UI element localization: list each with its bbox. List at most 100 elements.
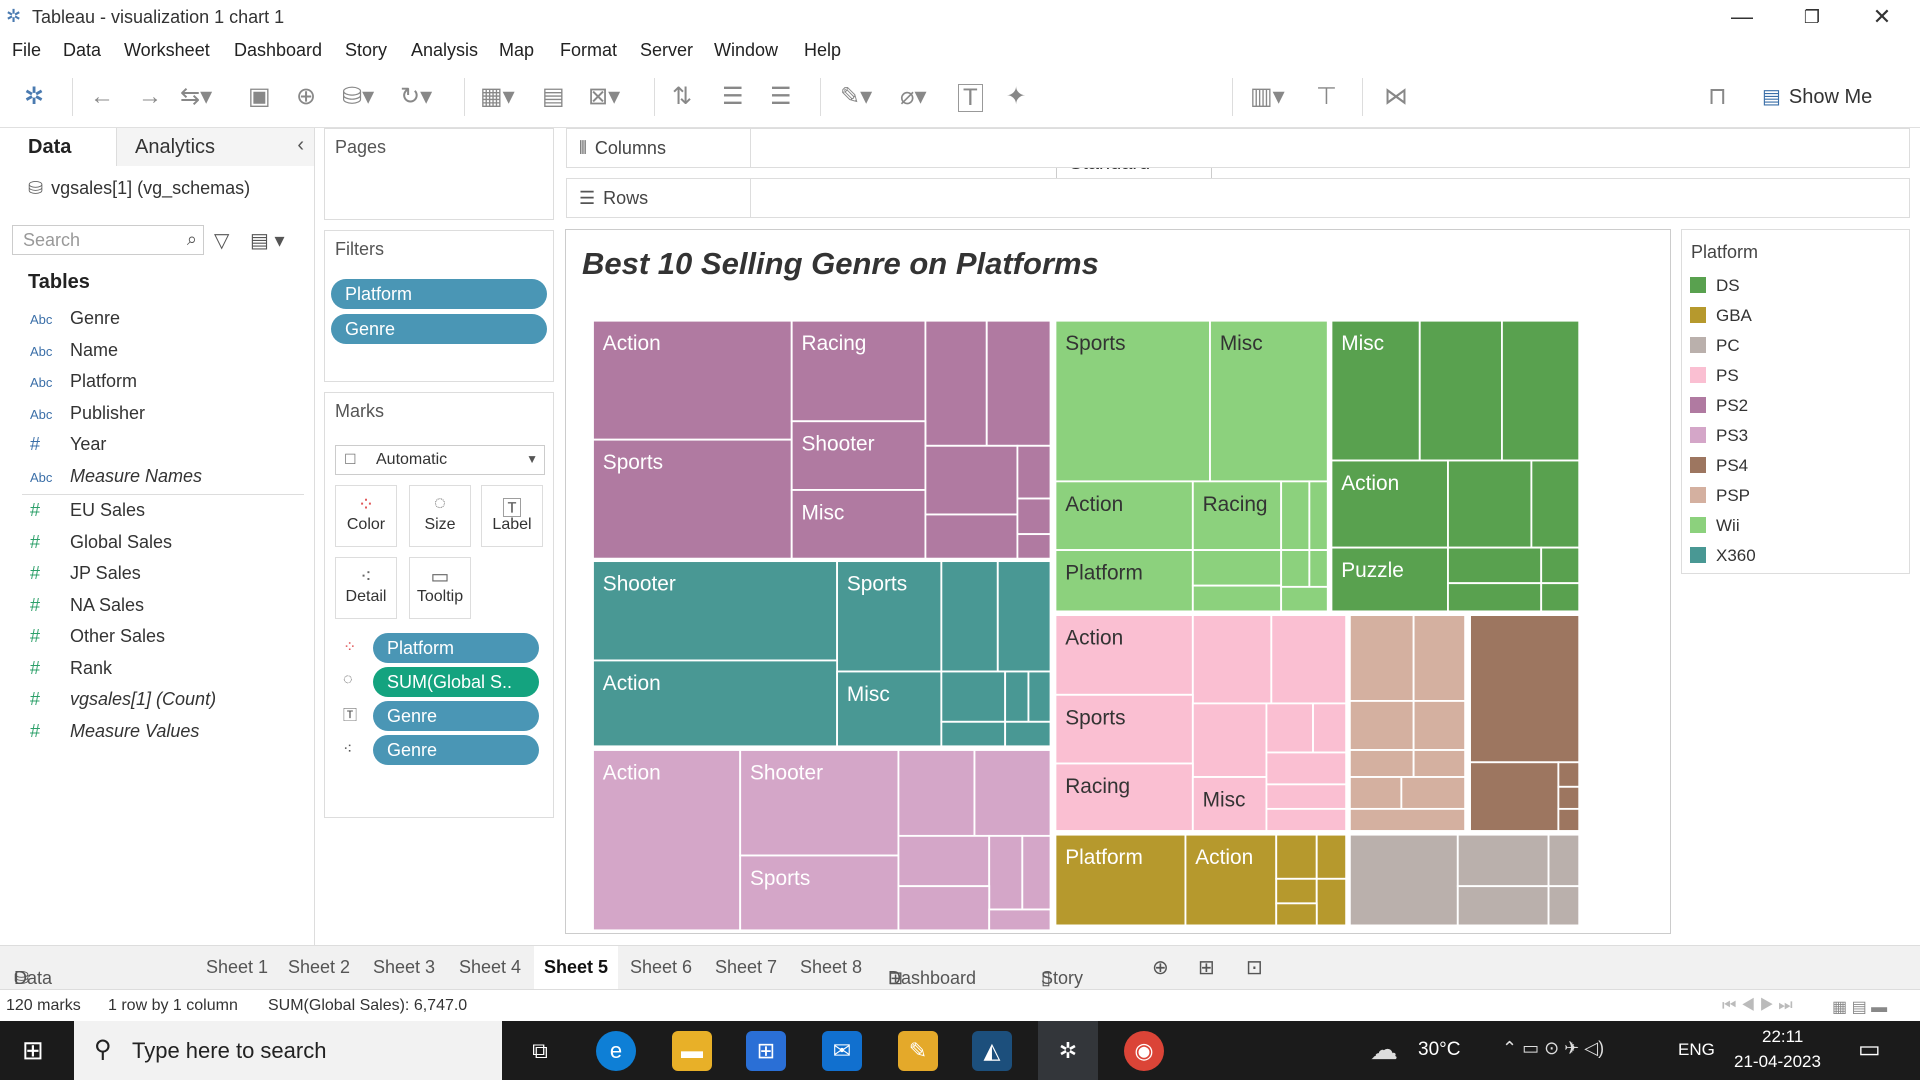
- treemap-cell-ps[interactable]: [1191, 702, 1268, 778]
- treemap-cell-ps3[interactable]: [973, 749, 1052, 837]
- menu-window[interactable]: Window: [714, 40, 778, 61]
- tableau-logo-icon[interactable]: ✲: [24, 80, 44, 114]
- treemap-cell-ds[interactable]: [1540, 582, 1581, 613]
- legend-item-ps3[interactable]: PS3: [1690, 426, 1748, 446]
- refresh-icon[interactable]: ↻▾: [400, 80, 432, 114]
- color-button[interactable]: ⁘ Color: [335, 485, 397, 547]
- view-options-icon[interactable]: ▤ ▾: [250, 228, 285, 253]
- treemap-cell-gba[interactable]: [1315, 833, 1348, 880]
- treemap-cell-ds[interactable]: [1540, 546, 1581, 585]
- legend-item-gba[interactable]: GBA: [1690, 306, 1752, 326]
- treemap-cell-ps[interactable]: [1312, 702, 1348, 754]
- treemap-cell-wii[interactable]: [1191, 584, 1283, 613]
- close-button[interactable]: ✕: [1852, 2, 1912, 32]
- redo-icon[interactable]: →: [138, 80, 162, 114]
- legend-item-psp[interactable]: PSP: [1690, 486, 1750, 506]
- field-name[interactable]: Abc Name: [30, 340, 118, 361]
- treemap-cell-ps[interactable]: [1265, 807, 1348, 832]
- minimize-button[interactable]: —: [1712, 2, 1772, 32]
- clear-sheet-icon[interactable]: ⊠▾: [588, 80, 620, 114]
- treemap-cell-ps4[interactable]: [1469, 614, 1581, 764]
- clock-date[interactable]: 21-04-2023: [1734, 1052, 1821, 1072]
- tableau-taskbar-icon[interactable]: ✲: [1038, 1021, 1098, 1080]
- menu-server[interactable]: Server: [640, 40, 693, 61]
- treemap-cell-psp[interactable]: [1348, 749, 1415, 778]
- treemap-cell-ps[interactable]: [1270, 614, 1348, 705]
- treemap-cell-x360[interactable]: [940, 670, 1007, 723]
- new-story-icon[interactable]: ⊡: [1246, 955, 1263, 980]
- field-na-sales[interactable]: # NA Sales: [30, 595, 144, 616]
- treemap-cell-ps4[interactable]: [1557, 807, 1581, 832]
- tab-sheet-4[interactable]: Sheet 4: [459, 957, 521, 978]
- tab-data[interactable]: Data: [0, 128, 116, 166]
- tab-sheet-1[interactable]: Sheet 1: [206, 957, 268, 978]
- fix-axes-icon[interactable]: ✦: [1006, 80, 1026, 114]
- treemap-cell-ps[interactable]: [1265, 751, 1348, 786]
- restore-button[interactable]: ❐: [1782, 2, 1842, 32]
- field-eu-sales[interactable]: # EU Sales: [30, 500, 145, 521]
- temperature[interactable]: 30°C: [1418, 1039, 1460, 1061]
- tab-sheet-8[interactable]: Sheet 8: [800, 957, 862, 978]
- field-measure-names[interactable]: Abc Measure Names: [30, 466, 202, 487]
- windows-start-icon[interactable]: ⊞: [22, 1035, 44, 1066]
- menu-analysis[interactable]: Analysis: [411, 40, 478, 61]
- treemap-cell-x360[interactable]: [940, 560, 999, 673]
- treemap-cell-ps3[interactable]: [897, 749, 976, 837]
- treemap-cell-ps2[interactable]: [924, 444, 1019, 516]
- tab-sheet-3[interactable]: Sheet 3: [373, 957, 435, 978]
- treemap-cell-ps4[interactable]: [1557, 761, 1581, 788]
- language-indicator[interactable]: ENG: [1678, 1040, 1715, 1060]
- field-publisher[interactable]: Abc Publisher: [30, 403, 145, 424]
- mail-icon[interactable]: ✉: [822, 1031, 862, 1071]
- treemap-cell-psp[interactable]: [1348, 614, 1415, 702]
- field-platform[interactable]: Abc Platform: [30, 371, 137, 392]
- chrome-icon[interactable]: ◉: [1124, 1031, 1164, 1071]
- field-measure-values[interactable]: # Measure Values: [30, 721, 199, 742]
- treemap-cell-ps2[interactable]: [985, 319, 1052, 447]
- treemap-cell-ps[interactable]: [1265, 783, 1348, 810]
- pages-card[interactable]: Pages: [324, 128, 554, 220]
- system-tray-icons[interactable]: ⌃ ▭ ⊙ ✈ ◁): [1502, 1038, 1604, 1059]
- field-other-sales[interactable]: # Other Sales: [30, 626, 165, 647]
- treemap-cell-pc[interactable]: [1547, 885, 1581, 927]
- tab-sheet-5[interactable]: Sheet 5: [534, 946, 619, 990]
- tab-sheet-2[interactable]: Sheet 2: [288, 957, 350, 978]
- mark-pill-genre-label[interactable]: Genre: [373, 701, 539, 731]
- tab-sheet-6[interactable]: Sheet 6: [630, 957, 692, 978]
- new-worksheet-icon[interactable]: ⊕: [1152, 955, 1169, 980]
- collapse-chevron-icon[interactable]: ‹: [297, 134, 304, 157]
- size-button[interactable]: ◌ Size: [409, 485, 471, 547]
- legend-item-x360[interactable]: X360: [1690, 546, 1756, 566]
- menu-data[interactable]: Data: [63, 40, 101, 61]
- file-explorer-icon[interactable]: ▬: [672, 1031, 712, 1071]
- share-icon[interactable]: ⋈: [1384, 80, 1408, 114]
- sort-descending-icon[interactable]: ☰: [770, 80, 792, 114]
- treemap-chart[interactable]: Action Racing Sports Shooter Misc Shooter Spor…: [566, 225, 1670, 961]
- treemap-cell-ps2[interactable]: [1016, 533, 1052, 560]
- filter-pill-genre[interactable]: Genre: [331, 314, 547, 344]
- treemap-cell-ps2[interactable]: [924, 513, 1019, 560]
- mark-pill-global-sales[interactable]: SUM(Global S..: [373, 667, 539, 697]
- treemap-cell-wii[interactable]: [1308, 549, 1329, 588]
- treemap-cell-pc[interactable]: [1456, 885, 1550, 927]
- tab-analytics[interactable]: Analytics ‹: [116, 128, 314, 166]
- mark-type-dropdown[interactable]: ☐ Automatic ▼: [335, 445, 545, 475]
- microsoft-store-icon[interactable]: ⊞: [746, 1031, 786, 1071]
- field-search-input[interactable]: Search ⌕: [12, 225, 204, 255]
- field-genre[interactable]: Abc Genre: [30, 308, 120, 329]
- treemap-cell-psp[interactable]: [1412, 614, 1467, 702]
- undo-icon[interactable]: ←: [90, 80, 114, 114]
- edge-browser-icon[interactable]: e: [596, 1031, 636, 1071]
- treemap-cell-ds[interactable]: [1530, 459, 1581, 549]
- field-year[interactable]: # Year: [30, 434, 106, 455]
- treemap-cell-psp[interactable]: [1412, 749, 1467, 778]
- treemap-cell-pc[interactable]: [1348, 833, 1459, 927]
- treemap-cell-ps2[interactable]: [1016, 444, 1052, 500]
- treemap-cell-ds[interactable]: [1501, 319, 1581, 462]
- field-count[interactable]: # vgsales[1] (Count): [30, 689, 216, 710]
- tooltip-button[interactable]: ▭ Tooltip: [409, 557, 471, 619]
- treemap-cell-psp[interactable]: [1400, 776, 1467, 810]
- treemap-cell-ps4[interactable]: [1469, 761, 1560, 832]
- treemap-cell-ps3[interactable]: [897, 885, 991, 932]
- legend-item-ps4[interactable]: PS4: [1690, 456, 1748, 476]
